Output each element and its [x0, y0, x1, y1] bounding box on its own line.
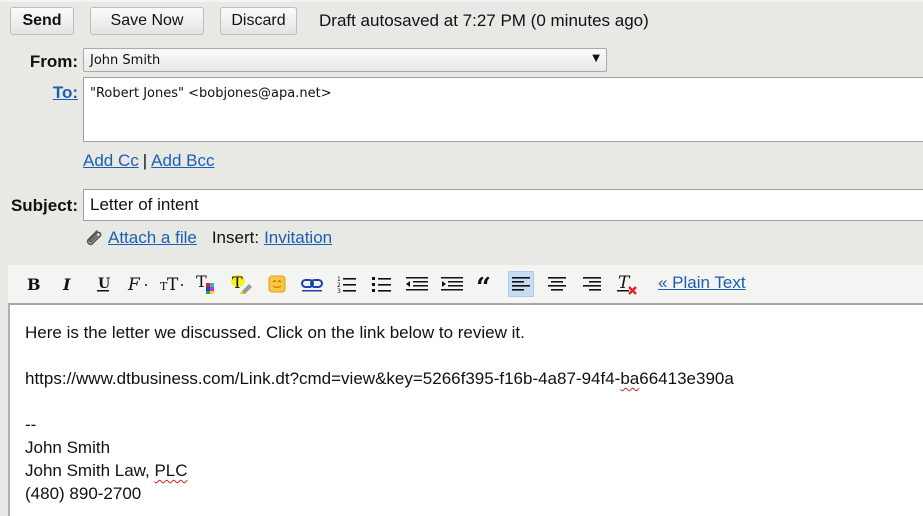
to-field[interactable]: "Robert Jones" <bobjones@apa.net>	[83, 77, 923, 142]
align-center-icon	[548, 277, 566, 291]
svg-text:“: “	[476, 274, 491, 294]
bold-icon: B	[27, 275, 41, 294]
outdent-icon	[406, 277, 428, 291]
font-size-button[interactable]: TT	[159, 271, 185, 297]
align-center-button[interactable]	[544, 271, 570, 297]
svg-text:T: T	[232, 273, 243, 292]
outdent-button[interactable]	[404, 271, 430, 297]
italic-button[interactable]: I	[55, 271, 81, 297]
from-value: John Smith	[90, 52, 161, 68]
italic-icon: I	[62, 275, 71, 294]
svg-text:B: B	[27, 275, 41, 294]
numbered-list-button[interactable]: 123	[334, 271, 360, 297]
font-family-icon: F	[127, 275, 147, 294]
highlight-icon: T	[231, 273, 252, 294]
underline-icon: U	[97, 276, 110, 292]
highlight-button[interactable]: T	[229, 271, 255, 297]
underline-button[interactable]: U	[90, 271, 116, 297]
subject-field[interactable]: Letter of intent	[83, 189, 923, 221]
align-left-button[interactable]	[508, 271, 534, 297]
spellcheck-underline: PLC	[154, 461, 188, 480]
from-select[interactable]: John Smith ▼	[83, 48, 607, 72]
add-cc-link[interactable]: Add Cc	[83, 151, 139, 170]
message-body-editor[interactable]: Here is the letter we discussed. Click o…	[8, 303, 923, 516]
link-icon	[301, 279, 323, 292]
from-label: From:	[29, 52, 78, 71]
subject-label: Subject:	[10, 196, 78, 215]
svg-text:F: F	[127, 275, 141, 294]
remove-formatting-icon: T	[617, 273, 637, 295]
to-label[interactable]: To:	[0, 83, 78, 103]
svg-text:3: 3	[337, 288, 341, 294]
paperclip-icon	[86, 230, 102, 246]
body-url: https://www.dtbusiness.com/Link.dt?cmd=v…	[25, 369, 734, 388]
dropdown-arrow-icon: ▼	[592, 53, 600, 64]
remove-formatting-button[interactable]: T	[614, 271, 640, 297]
spellcheck-underline: ba	[620, 369, 640, 388]
align-right-button[interactable]	[579, 271, 605, 297]
to-value: "Robert Jones" <bobjones@apa.net>	[90, 86, 332, 101]
font-size-icon: TT	[160, 275, 183, 294]
indent-button[interactable]	[439, 271, 465, 297]
attach-file-link[interactable]: Attach a file	[108, 228, 197, 248]
bulleted-list-icon	[372, 277, 391, 292]
to-link[interactable]: To:	[53, 83, 78, 102]
body-line: Here is the letter we discussed. Click o…	[25, 323, 525, 342]
signature-name: John Smith	[25, 438, 111, 457]
numbered-list-icon: 123	[337, 276, 356, 294]
indent-icon	[441, 277, 463, 291]
attach-row: Attach a file Insert: Invitation	[82, 227, 332, 249]
send-button[interactable]: Send	[10, 7, 74, 35]
cc-bcc-row: Add Cc | Add Bcc	[83, 151, 214, 171]
svg-text:T: T	[196, 273, 207, 291]
subject-value: Letter of intent	[90, 195, 199, 214]
svg-text:U: U	[98, 276, 110, 292]
svg-text:T: T	[167, 275, 179, 294]
align-right-icon	[583, 277, 601, 291]
align-left-icon	[512, 277, 530, 291]
discard-button[interactable]: Discard	[220, 7, 297, 35]
emoticon-icon	[268, 275, 286, 293]
insert-invitation-link[interactable]: Invitation	[264, 228, 332, 248]
bold-button[interactable]: B	[20, 271, 46, 297]
link-button[interactable]	[299, 271, 325, 297]
font-family-button[interactable]: F	[125, 271, 151, 297]
text-color-button[interactable]: T	[194, 271, 220, 297]
top-divider	[0, 0, 923, 2]
insert-label: Insert:	[211, 228, 260, 247]
add-bcc-link[interactable]: Add Bcc	[151, 151, 214, 170]
cc-separator: |	[142, 151, 148, 170]
text-color-icon: T	[196, 273, 214, 294]
emoticon-button[interactable]	[264, 271, 290, 297]
signature-company: John Smith Law, PLC	[25, 461, 188, 480]
autosave-status: Draft autosaved at 7:27 PM (0 minutes ag…	[319, 11, 649, 30]
plain-text-link[interactable]: « Plain Text	[658, 273, 746, 293]
quote-button[interactable]: “	[474, 271, 500, 297]
signature-separator: --	[25, 415, 37, 434]
signature-phone: (480) 890-2700	[25, 484, 142, 503]
save-now-button[interactable]: Save Now	[90, 7, 204, 35]
svg-text:I: I	[62, 275, 71, 294]
bulleted-list-button[interactable]	[369, 271, 395, 297]
quote-icon: “	[476, 274, 491, 294]
formatting-toolbar: B I U F TT T T 123 “ T « Plain Text	[8, 265, 923, 303]
